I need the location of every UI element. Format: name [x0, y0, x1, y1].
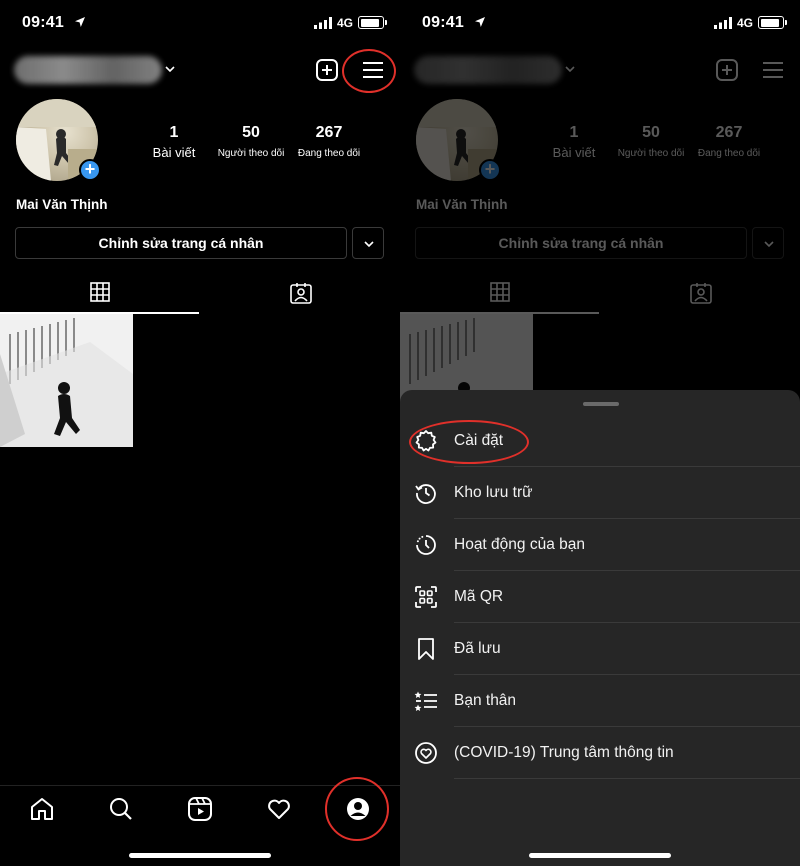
menu-hamburger-icon [763, 62, 783, 78]
highlight-circle-menu [342, 49, 396, 93]
suggestions-toggle-button [752, 227, 784, 259]
options-bottom-sheet: Cài đặt Kho lưu trữ Hoạt động của bạn Mã… [400, 390, 800, 866]
menu-divider [454, 778, 800, 779]
location-arrow-icon [475, 17, 485, 27]
heart-icon[interactable] [266, 796, 292, 822]
menu-item-qr-code[interactable]: Mã QR [400, 571, 800, 623]
profile-screen: 09:41 4G + 1 Bài viết 50 Người theo dõi [0, 0, 400, 866]
menu-item-covid-info[interactable]: (COVID-19) Trung tâm thông tin [400, 727, 800, 779]
stat-posts-label: Bài viết [152, 145, 196, 160]
cellular-signal-icon [314, 17, 332, 29]
home-icon[interactable] [29, 796, 55, 822]
stat-followers-value: 50 [242, 124, 260, 141]
username-blurred[interactable] [14, 56, 162, 84]
tab-posts-grid[interactable] [0, 280, 200, 314]
qr-code-icon [415, 586, 437, 608]
suggestions-toggle-button[interactable] [352, 227, 384, 259]
full-name: Mai Văn Thịnh [16, 197, 108, 212]
battery-icon [358, 16, 387, 29]
stat-following-value: 267 [315, 124, 343, 141]
edit-profile-button[interactable]: Chỉnh sửa trang cá nhân [15, 227, 347, 259]
tab-tagged[interactable] [200, 280, 400, 314]
status-time: 09:41 [422, 14, 464, 31]
chevron-down-icon [764, 241, 774, 248]
stat-following[interactable]: 267 Đang theo dõi [292, 124, 366, 159]
stat-posts-value: 1 [569, 124, 579, 141]
search-icon[interactable] [108, 796, 134, 822]
stat-posts[interactable]: 1 Bài viết [146, 124, 202, 160]
home-indicator [529, 853, 671, 858]
stat-following-label: Đang theo dõi [297, 148, 361, 159]
stat-posts: 1 Bài viết [546, 124, 602, 160]
reels-icon[interactable] [187, 796, 213, 822]
username-blurred [414, 56, 562, 84]
status-bar: 09:41 4G [0, 0, 400, 46]
stat-following-label: Đang theo dõi [697, 148, 761, 159]
new-post-icon[interactable] [315, 58, 339, 82]
tab-posts-grid [400, 280, 600, 314]
chevron-down-icon [565, 66, 575, 73]
grid-icon [90, 282, 110, 302]
menu-item-label: (COVID-19) Trung tâm thông tin [454, 744, 674, 761]
edit-profile-button: Chỉnh sửa trang cá nhân [415, 227, 747, 259]
menu-item-label: Bạn thân [454, 692, 517, 709]
add-story-button: + [479, 159, 501, 181]
activity-clock-icon [416, 535, 436, 555]
menu-item-archive[interactable]: Kho lưu trữ [400, 467, 800, 519]
chevron-down-icon [364, 241, 374, 248]
cellular-signal-icon [714, 17, 732, 29]
close-friends-list-icon [414, 691, 437, 711]
stat-following: 267 Đang theo dõi [692, 124, 766, 159]
home-indicator [129, 853, 271, 858]
tagged-person-icon [290, 283, 312, 304]
new-post-icon [716, 59, 738, 81]
tagged-person-icon [690, 283, 712, 304]
menu-item-saved[interactable]: Đã lưu [400, 623, 800, 675]
network-type: 4G [337, 16, 354, 30]
add-story-button[interactable]: + [79, 159, 101, 181]
stat-followers-label: Người theo dõi [617, 148, 685, 159]
archive-history-icon [415, 484, 436, 504]
stat-posts-label: Bài viết [552, 145, 596, 160]
chevron-down-icon[interactable] [164, 64, 176, 74]
post-thumbnail[interactable] [0, 314, 133, 447]
stat-followers: 50 Người theo dõi [614, 124, 688, 159]
menu-item-your-activity[interactable]: Hoạt động của bạn [400, 519, 800, 571]
stat-following-value: 267 [715, 124, 743, 141]
grid-icon [490, 282, 510, 302]
highlight-circle-settings [409, 420, 529, 464]
network-type: 4G [737, 16, 754, 30]
profile-screen-menu-open: 09:41 4G + 1 Bài viết 50 Người theo dõi … [400, 0, 800, 866]
menu-item-close-friends[interactable]: Bạn thân [400, 675, 800, 727]
bookmark-icon [418, 638, 434, 660]
menu-item-label: Mã QR [454, 588, 504, 605]
status-time: 09:41 [22, 14, 64, 31]
tab-tagged [600, 280, 800, 314]
location-arrow-icon [75, 17, 85, 27]
status-bar: 09:41 4G [400, 0, 800, 46]
sheet-drag-handle[interactable] [583, 402, 619, 406]
post-photo [0, 314, 133, 447]
stat-followers[interactable]: 50 Người theo dõi [214, 124, 288, 159]
stat-followers-label: Người theo dõi [217, 148, 285, 159]
menu-item-label: Hoạt động của bạn [454, 536, 585, 553]
menu-item-label: Đã lưu [454, 640, 501, 657]
menu-item-label: Kho lưu trữ [454, 484, 533, 501]
covid-info-heart-icon [415, 742, 437, 764]
full-name: Mai Văn Thịnh [416, 197, 508, 212]
stat-followers-value: 50 [642, 124, 660, 141]
battery-icon [758, 16, 787, 29]
stat-posts-value: 1 [169, 124, 179, 141]
highlight-circle-profile [325, 777, 389, 841]
